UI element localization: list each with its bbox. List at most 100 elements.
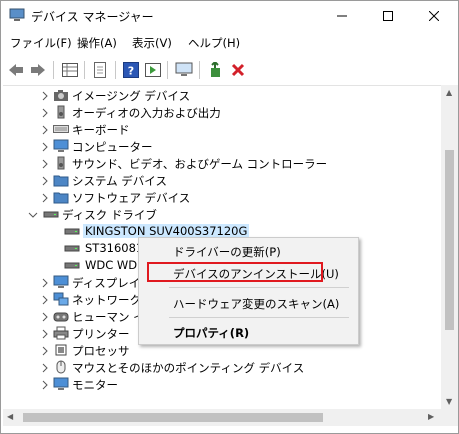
chevron-right-icon[interactable] bbox=[40, 363, 50, 373]
run-button[interactable] bbox=[143, 60, 163, 80]
chevron-right-icon[interactable] bbox=[40, 295, 50, 305]
device-manager-icon bbox=[9, 8, 25, 21]
menu-help[interactable]: ヘルプ(H) bbox=[188, 35, 240, 51]
maximize-button[interactable] bbox=[365, 1, 411, 31]
minimize-icon bbox=[337, 15, 347, 17]
toolbar-separator bbox=[167, 61, 168, 79]
computer-icon bbox=[53, 139, 69, 152]
back-button[interactable] bbox=[6, 60, 26, 80]
menu-item-properties[interactable]: プロパティ(R) bbox=[139, 322, 358, 342]
scroll-up-icon[interactable]: ▲ bbox=[446, 88, 452, 97]
toolbar-separator bbox=[53, 61, 54, 79]
tree-item-monitors[interactable]: モニター bbox=[3, 376, 441, 393]
tree-item-disk-drives[interactable]: ディスク ドライブ bbox=[3, 206, 441, 223]
tree-item-label: オーディオの入力および出力 bbox=[72, 106, 221, 120]
chevron-right-icon[interactable] bbox=[40, 159, 50, 169]
menu-action[interactable]: 操作(A) bbox=[77, 35, 117, 51]
menu-item-update-driver[interactable]: ドライバーの更新(P) bbox=[139, 241, 358, 261]
monitor-icon bbox=[53, 275, 69, 288]
menu-item-label: ドライバーの更新(P) bbox=[173, 245, 281, 259]
vertical-scroll-thumb[interactable] bbox=[445, 150, 454, 330]
tree-item-label: キーボード bbox=[72, 123, 130, 137]
chevron-right-icon[interactable] bbox=[40, 329, 50, 339]
help-icon: ? bbox=[123, 62, 139, 78]
scroll-down-icon[interactable]: ▼ bbox=[446, 397, 452, 406]
tree-item-label: システム デバイス bbox=[72, 174, 167, 188]
tree-item-label: プリンター bbox=[72, 327, 130, 341]
printer-icon bbox=[53, 326, 69, 340]
chevron-right-icon[interactable] bbox=[40, 380, 50, 390]
disk-drive-icon bbox=[64, 228, 80, 235]
monitor-icon bbox=[53, 377, 69, 390]
tree-item-label: サウンド、ビデオ、およびゲーム コントローラー bbox=[72, 157, 328, 171]
tree-item-computer[interactable]: コンピューター bbox=[3, 138, 441, 155]
chevron-right-icon[interactable] bbox=[40, 193, 50, 203]
chevron-right-icon[interactable] bbox=[40, 176, 50, 186]
tree-item-label: プロセッサ bbox=[72, 344, 130, 358]
chevron-right-icon[interactable] bbox=[40, 142, 50, 152]
tree-item-audio-io[interactable]: オーディオの入力および出力 bbox=[3, 104, 441, 121]
tree-item-imaging-devices[interactable]: イメージング デバイス bbox=[3, 87, 441, 104]
close-button[interactable] bbox=[411, 1, 457, 31]
properties-grid-button[interactable] bbox=[60, 60, 80, 80]
forward-button[interactable] bbox=[28, 60, 48, 80]
toolbar-separator bbox=[115, 61, 116, 79]
tree-item-sound-video-game[interactable]: サウンド、ビデオ、およびゲーム コントローラー bbox=[3, 155, 441, 172]
menu-separator bbox=[169, 317, 349, 318]
document-button[interactable] bbox=[90, 60, 110, 80]
processor-icon bbox=[55, 344, 67, 356]
tree-item-software-devices[interactable]: ソフトウェア デバイス bbox=[3, 189, 441, 206]
chevron-right-icon[interactable] bbox=[40, 108, 50, 118]
menu-item-label: プロパティ(R) bbox=[173, 326, 250, 340]
horizontal-scroll-thumb[interactable] bbox=[23, 413, 323, 422]
menu-item-scan-hardware[interactable]: ハードウェア変更のスキャン(A) bbox=[139, 293, 358, 313]
chevron-right-icon[interactable] bbox=[40, 312, 50, 322]
disk-drive-icon bbox=[64, 245, 80, 252]
scroll-right-icon[interactable]: ▶ bbox=[428, 412, 434, 421]
uninstall-x-icon bbox=[231, 63, 245, 77]
mouse-icon bbox=[56, 360, 66, 374]
menu-bar: ファイル(F) 操作(A) 表示(V) ヘルプ(H) bbox=[1, 32, 458, 54]
back-arrow-icon bbox=[9, 64, 23, 76]
chevron-right-icon[interactable] bbox=[40, 125, 50, 135]
run-icon bbox=[145, 63, 161, 77]
scroll-left-icon[interactable]: ◀ bbox=[7, 412, 13, 421]
horizontal-scrollbar[interactable]: ◀ ▶ bbox=[3, 409, 441, 426]
properties-grid-icon bbox=[62, 63, 78, 77]
speaker-icon bbox=[57, 105, 65, 119]
chevron-down-icon[interactable] bbox=[28, 210, 38, 220]
keyboard-icon bbox=[53, 125, 69, 133]
maximize-icon bbox=[383, 11, 393, 21]
chevron-right-icon[interactable] bbox=[40, 346, 50, 356]
tree-item-label: コンピューター bbox=[72, 140, 153, 154]
scan-hardware-button[interactable] bbox=[174, 60, 194, 80]
monitor-icon bbox=[175, 62, 193, 76]
tree-item-keyboard[interactable]: キーボード bbox=[3, 121, 441, 138]
chevron-right-icon[interactable] bbox=[40, 278, 50, 288]
folder-icon bbox=[53, 175, 69, 187]
minimize-button[interactable] bbox=[319, 1, 365, 31]
camera-icon bbox=[54, 90, 68, 101]
toolbar-separator bbox=[84, 61, 85, 79]
uninstall-button[interactable] bbox=[228, 60, 248, 80]
chevron-right-icon[interactable] bbox=[40, 91, 50, 101]
speaker-icon bbox=[57, 156, 65, 170]
highlight-box bbox=[147, 262, 323, 282]
update-driver-button[interactable] bbox=[206, 60, 226, 80]
context-menu: ドライバーの更新(P) デバイスのアンインストール(U) ハードウェア変更のスキ… bbox=[138, 237, 359, 345]
hid-icon bbox=[53, 312, 69, 322]
tree-item-label: マウスとそのほかのポインティング デバイス bbox=[72, 361, 305, 375]
tree-item-system-devices[interactable]: システム デバイス bbox=[3, 172, 441, 189]
close-icon bbox=[429, 11, 439, 21]
vertical-scrollbar[interactable]: ▲ ▼ bbox=[441, 85, 458, 409]
update-driver-icon bbox=[211, 62, 220, 77]
menu-file[interactable]: ファイル(F) bbox=[10, 35, 72, 51]
menu-view[interactable]: 表示(V) bbox=[132, 35, 172, 51]
help-button[interactable]: ? bbox=[121, 60, 141, 80]
forward-arrow-icon bbox=[31, 64, 45, 76]
tree-item-mice[interactable]: マウスとそのほかのポインティング デバイス bbox=[3, 359, 441, 376]
tree-item-label: ディスク ドライブ bbox=[62, 208, 157, 222]
svg-text:?: ? bbox=[128, 65, 134, 78]
toolbar: ? bbox=[1, 56, 458, 83]
disk-drive-icon bbox=[43, 211, 59, 218]
